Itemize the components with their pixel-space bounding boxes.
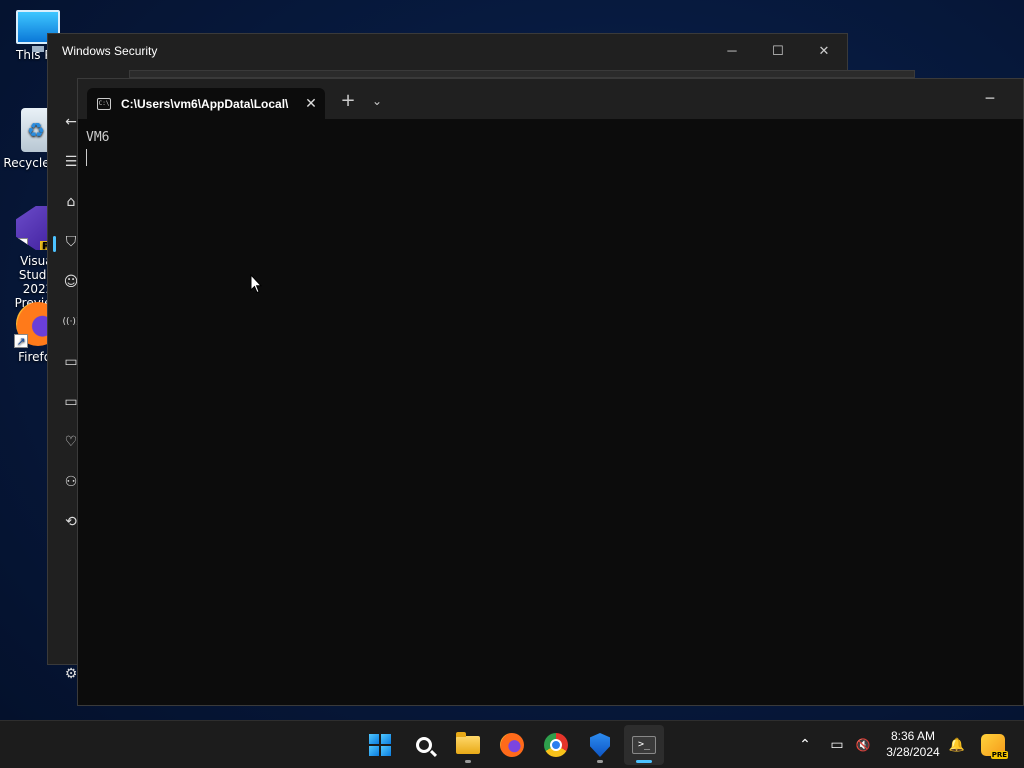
terminal-output-line: VM6 bbox=[86, 130, 110, 145]
tab-close-icon[interactable]: ✕ bbox=[297, 96, 325, 112]
chrome-icon bbox=[544, 733, 568, 757]
security-window-title: Windows Security bbox=[62, 43, 158, 58]
new-tab-button[interactable]: + bbox=[336, 89, 360, 113]
taskbar-windows-security[interactable] bbox=[580, 725, 620, 765]
shortcut-arrow-icon: ↗ bbox=[16, 238, 28, 250]
notifications-bell-icon[interactable]: 🔔 bbox=[946, 721, 968, 768]
shortcut-arrow-icon: ↗ bbox=[14, 334, 28, 348]
close-button[interactable]: ✕ bbox=[801, 34, 847, 67]
taskbar-file-explorer[interactable] bbox=[448, 725, 488, 765]
terminal-window[interactable]: C:\ C:\Users\vm6\AppData\Local\ ✕ + ⌄ ─ … bbox=[77, 78, 1024, 706]
copilot-button[interactable]: PRE bbox=[978, 721, 1008, 768]
clock-date: 3/28/2024 bbox=[886, 745, 940, 759]
volume-muted-icon[interactable]: 🔇 bbox=[852, 721, 874, 768]
security-titlebar[interactable]: Windows Security ─ ☐ ✕ bbox=[48, 34, 847, 67]
taskbar: >_ ⌃ ▭ 🔇 8:36 AM 3/28/2024 🔔 PRE bbox=[0, 720, 1024, 768]
windows-security-shield-icon bbox=[590, 733, 610, 757]
terminal-tab-bar[interactable]: C:\ C:\Users\vm6\AppData\Local\ ✕ + ⌄ ─ bbox=[78, 79, 1023, 119]
taskbar-clock[interactable]: 8:36 AM 3/28/2024 bbox=[880, 728, 946, 760]
terminal-minimize-button[interactable]: ─ bbox=[967, 85, 1013, 113]
tab-title: C:\Users\vm6\AppData\Local\ bbox=[121, 96, 289, 111]
windows-logo-icon bbox=[369, 734, 391, 756]
active-indicator bbox=[636, 760, 652, 763]
clock-time: 8:36 AM bbox=[890, 729, 936, 743]
running-indicator bbox=[465, 760, 471, 763]
network-icon[interactable]: ▭ bbox=[826, 721, 848, 768]
command-prompt-icon: C:\ bbox=[97, 97, 111, 110]
nav-active-indicator bbox=[53, 236, 56, 252]
minimize-button[interactable]: ─ bbox=[709, 34, 755, 67]
security-nav-rail: ← ☰ ⌂ ⛉ ☺ ((·)) ▭ ▭ ♡ ⚇ ⟲ ⚙ bbox=[48, 67, 79, 682]
terminal-output[interactable]: VM6 bbox=[78, 119, 1023, 182]
taskbar-chrome[interactable] bbox=[536, 725, 576, 765]
show-hidden-icons-chevron-icon[interactable]: ⌃ bbox=[794, 721, 816, 768]
taskbar-firefox[interactable] bbox=[492, 725, 532, 765]
search-icon bbox=[416, 737, 432, 753]
terminal-icon: >_ bbox=[632, 736, 656, 754]
search-button[interactable] bbox=[404, 725, 444, 765]
start-button[interactable] bbox=[360, 725, 400, 765]
text-caret bbox=[86, 149, 87, 166]
terminal-tab[interactable]: C:\ C:\Users\vm6\AppData\Local\ ✕ bbox=[87, 88, 325, 119]
copilot-preview-badge: PRE bbox=[990, 751, 1008, 759]
maximize-button[interactable]: ☐ bbox=[755, 34, 801, 67]
security-content-strip bbox=[129, 70, 915, 78]
taskbar-terminal[interactable]: >_ bbox=[624, 725, 664, 765]
copilot-icon: PRE bbox=[981, 734, 1008, 759]
running-indicator bbox=[597, 760, 603, 763]
tab-dropdown-chevron-icon[interactable]: ⌄ bbox=[366, 89, 388, 113]
firefox-icon bbox=[500, 733, 524, 757]
mouse-pointer-icon bbox=[250, 274, 262, 294]
folder-icon bbox=[456, 732, 480, 754]
